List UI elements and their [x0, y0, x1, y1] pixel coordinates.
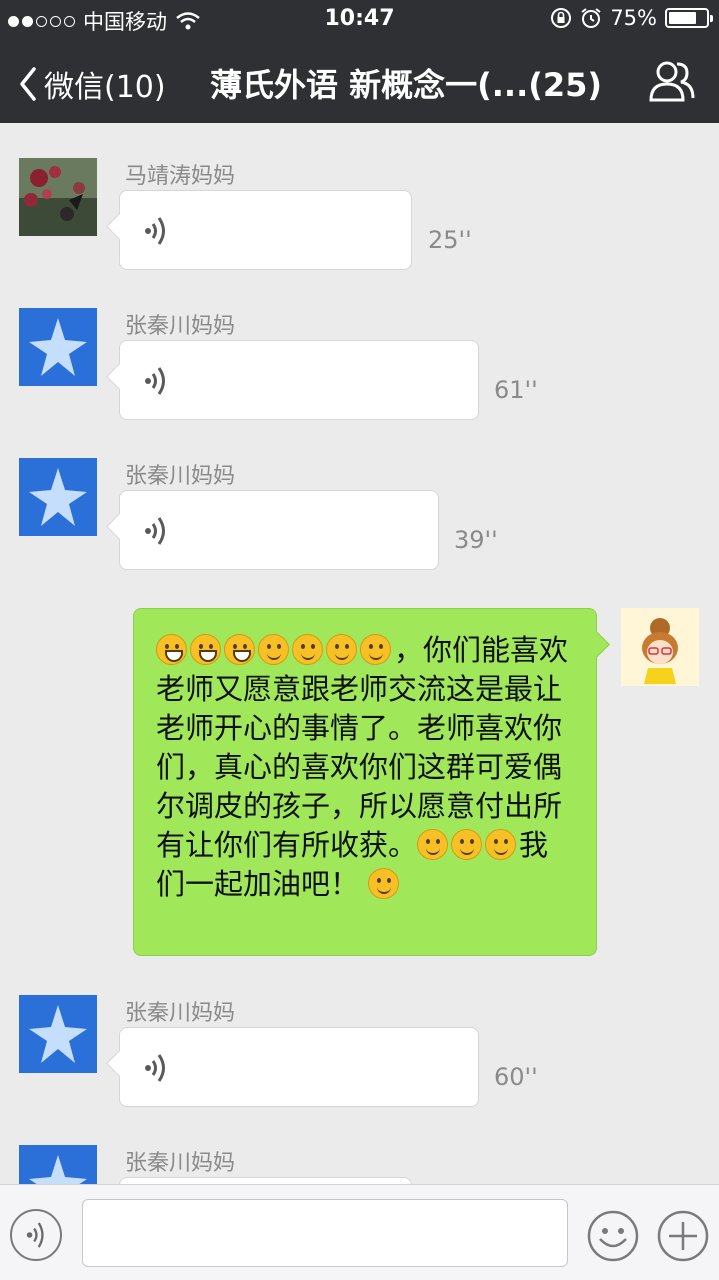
sender-name: 马靖涛妈妈	[125, 164, 236, 189]
header: 中国移动 10:47 75% 微信(10) 薄氏外语 新概念一(...(25)	[0, 0, 719, 123]
smile-emoji-icon	[326, 634, 357, 665]
smile-emoji-icon	[292, 634, 323, 665]
grin-emoji-icon	[224, 634, 255, 665]
status-right: 75%	[550, 6, 713, 30]
navigation-bar: 微信(10) 薄氏外语 新概念一(...(25)	[0, 40, 719, 123]
back-button[interactable]: 微信(10)	[18, 62, 166, 106]
voice-message-bubble[interactable]	[119, 1027, 479, 1107]
group-members-icon[interactable]	[647, 58, 697, 104]
plus-icon[interactable]	[656, 1209, 710, 1263]
battery-percent: 75%	[610, 6, 657, 30]
voice-duration: 39''	[454, 526, 498, 554]
voice-wave-icon	[145, 217, 165, 245]
voice-wave-icon	[145, 517, 165, 545]
message-input[interactable]	[82, 1199, 568, 1267]
voice-message-bubble[interactable]	[119, 490, 439, 570]
battery-icon	[665, 8, 713, 28]
input-bar	[0, 1184, 719, 1280]
rotation-lock-icon	[551, 8, 572, 28]
voice-duration: 60''	[494, 1063, 538, 1091]
message-text-body: 喜欢老师又愿意跟老师交流这是最让老师开心的事情了。老师喜欢你们，真心的喜欢你们这…	[156, 633, 569, 862]
thinking-emoji-icon	[258, 634, 289, 665]
avatar[interactable]	[621, 608, 699, 686]
voice-message-bubble[interactable]	[119, 340, 479, 420]
voice-wave-icon	[145, 1054, 165, 1082]
smile-emoji-icon	[360, 634, 391, 665]
chat-title: 薄氏外语 新概念一(...(25)	[210, 66, 603, 104]
smile-emoji-icon	[485, 829, 517, 860]
voice-duration: 61''	[494, 376, 538, 404]
text-message-bubble[interactable]: ，你们能喜欢老师又愿意跟老师交流这是最让老师开心的事情了。老师喜欢你们，真心的喜…	[133, 608, 597, 956]
sender-name: 张秦川妈妈	[125, 464, 236, 489]
avatar[interactable]	[19, 308, 97, 386]
back-chevron-icon	[20, 67, 36, 101]
sender-name: 张秦川妈妈	[125, 314, 236, 339]
battery-level	[669, 12, 696, 24]
status-bar: 中国移动 10:47 75%	[0, 0, 719, 40]
back-label: 微信(10)	[44, 70, 166, 105]
voice-wave-icon	[145, 367, 165, 395]
message-text-line1: ，你们能	[394, 633, 511, 667]
sender-name: 张秦川妈妈	[125, 1151, 236, 1176]
voice-message-bubble[interactable]	[119, 190, 412, 270]
voice-input-icon[interactable]	[10, 1209, 62, 1261]
avatar[interactable]	[19, 995, 97, 1073]
avatar[interactable]	[19, 158, 97, 236]
emoji-icon[interactable]	[586, 1209, 640, 1263]
smile-emoji-icon	[451, 829, 483, 860]
smile-emoji-icon	[368, 868, 400, 899]
sender-name: 张秦川妈妈	[125, 1001, 236, 1026]
grin-emoji-icon	[190, 634, 221, 665]
grin-emoji-icon	[156, 634, 187, 665]
smile-emoji-icon	[417, 829, 449, 860]
voice-duration: 25''	[428, 226, 472, 254]
alarm-icon	[581, 8, 601, 28]
avatar[interactable]	[19, 458, 97, 536]
